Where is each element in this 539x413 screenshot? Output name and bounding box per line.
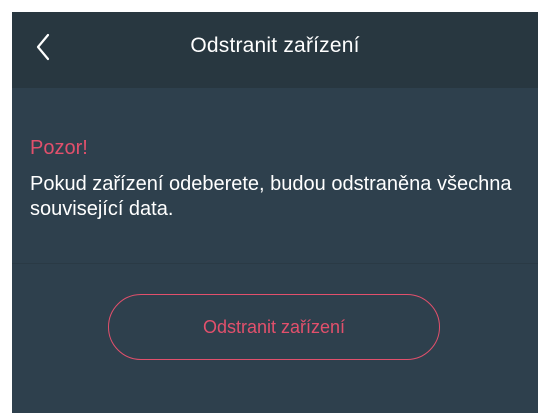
- warning-title: Pozor!: [30, 137, 88, 159]
- remove-device-screen: Odstranit zařízení Pozor! Pokud zařízení…: [12, 12, 538, 413]
- page-title: Odstranit zařízení: [190, 34, 360, 57]
- divider: [12, 263, 538, 264]
- remove-device-button[interactable]: Odstranit zařízení: [108, 294, 440, 360]
- navigation-bar: Odstranit zařízení: [12, 12, 538, 88]
- warning-message: Pokud zařízení odeberete, budou odstraně…: [30, 173, 512, 220]
- content-area: Pozor! Pokud zařízení odeberete, budou o…: [12, 88, 538, 413]
